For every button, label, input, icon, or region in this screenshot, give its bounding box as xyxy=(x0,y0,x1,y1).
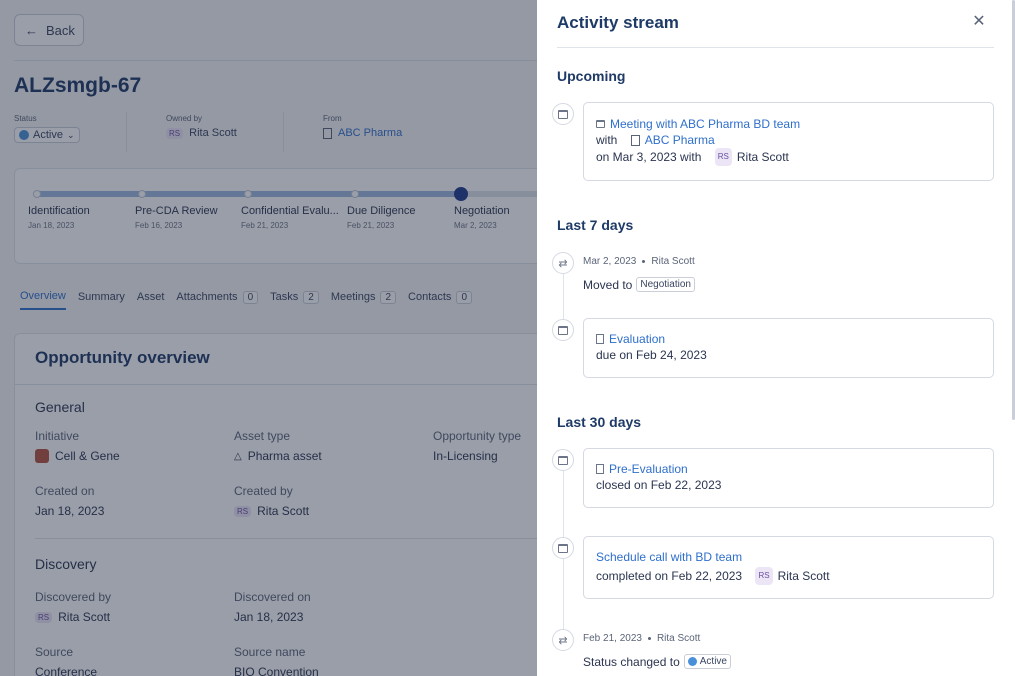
divider xyxy=(557,47,994,48)
stage-tag: Negotiation xyxy=(636,277,695,292)
calendar-icon xyxy=(552,103,574,125)
activity-text: Status changed to xyxy=(583,654,680,669)
group-heading-last-7-days: Last 7 days xyxy=(557,217,634,233)
activity-stream-drawer: Activity stream ✕ Upcoming Meeting with … xyxy=(537,0,1015,676)
swap-icon: ⇄ xyxy=(552,252,574,274)
task-completed: completed on Feb 22, 2023 xyxy=(596,569,743,583)
person-name: Rita Scott xyxy=(651,256,695,267)
activity-card-pre-evaluation[interactable]: Pre-Evaluation closed on Feb 22, 2023 xyxy=(583,448,994,508)
person-name: Rita Scott xyxy=(777,569,830,583)
timeline-line xyxy=(563,274,564,320)
activity-card-meeting[interactable]: Meeting with ABC Pharma BD team with ABC… xyxy=(583,102,994,181)
document-icon xyxy=(596,464,604,474)
activity-text: Moved to xyxy=(583,277,633,292)
activity-card-schedule-call[interactable]: Schedule call with BD team completed on … xyxy=(583,536,994,599)
avatar: RS xyxy=(755,567,773,585)
group-heading-upcoming: Upcoming xyxy=(557,68,626,84)
task-title[interactable]: Pre-Evaluation xyxy=(609,461,688,477)
swap-icon: ⇄ xyxy=(552,629,574,651)
person-name: Rita Scott xyxy=(736,150,789,164)
activity-status-changed: Feb 21, 2023 Rita Scott Status changed to… xyxy=(583,633,731,669)
avatar: RS xyxy=(714,148,732,166)
person-name: Rita Scott xyxy=(656,633,701,644)
calendar-icon xyxy=(596,120,605,128)
task-title[interactable]: Evaluation xyxy=(609,331,665,347)
group-heading-last-30-days: Last 30 days xyxy=(557,414,642,430)
timeline-line xyxy=(563,559,564,631)
document-icon xyxy=(596,334,604,344)
meeting-date: on Mar 3, 2023 with xyxy=(596,150,702,164)
task-title[interactable]: Schedule call with BD team xyxy=(596,549,742,565)
with-text: with xyxy=(596,133,618,147)
company-link[interactable]: ABC Pharma xyxy=(645,132,715,148)
task-closed: closed on Feb 22, 2023 xyxy=(596,478,722,492)
status-tag-label: Active xyxy=(699,656,727,667)
drawer-title: Activity stream xyxy=(557,13,679,32)
timeline-line xyxy=(563,471,564,541)
close-icon[interactable]: ✕ xyxy=(971,14,987,30)
calendar-icon xyxy=(552,449,574,471)
meeting-title[interactable]: Meeting with ABC Pharma BD team xyxy=(610,116,800,132)
calendar-icon xyxy=(552,319,574,341)
task-due: due on Feb 24, 2023 xyxy=(596,348,707,362)
activity-date: Feb 21, 2023 xyxy=(583,633,642,644)
status-dot-icon xyxy=(687,657,697,666)
status-tag: Active xyxy=(683,654,731,669)
building-icon xyxy=(630,134,640,146)
calendar-icon xyxy=(552,537,574,559)
activity-moved: Mar 2, 2023 Rita Scott Moved to Negotiatio… xyxy=(583,256,695,292)
activity-date: Mar 2, 2023 xyxy=(583,256,637,267)
activity-card-evaluation[interactable]: Evaluation due on Feb 24, 2023 xyxy=(583,318,994,378)
